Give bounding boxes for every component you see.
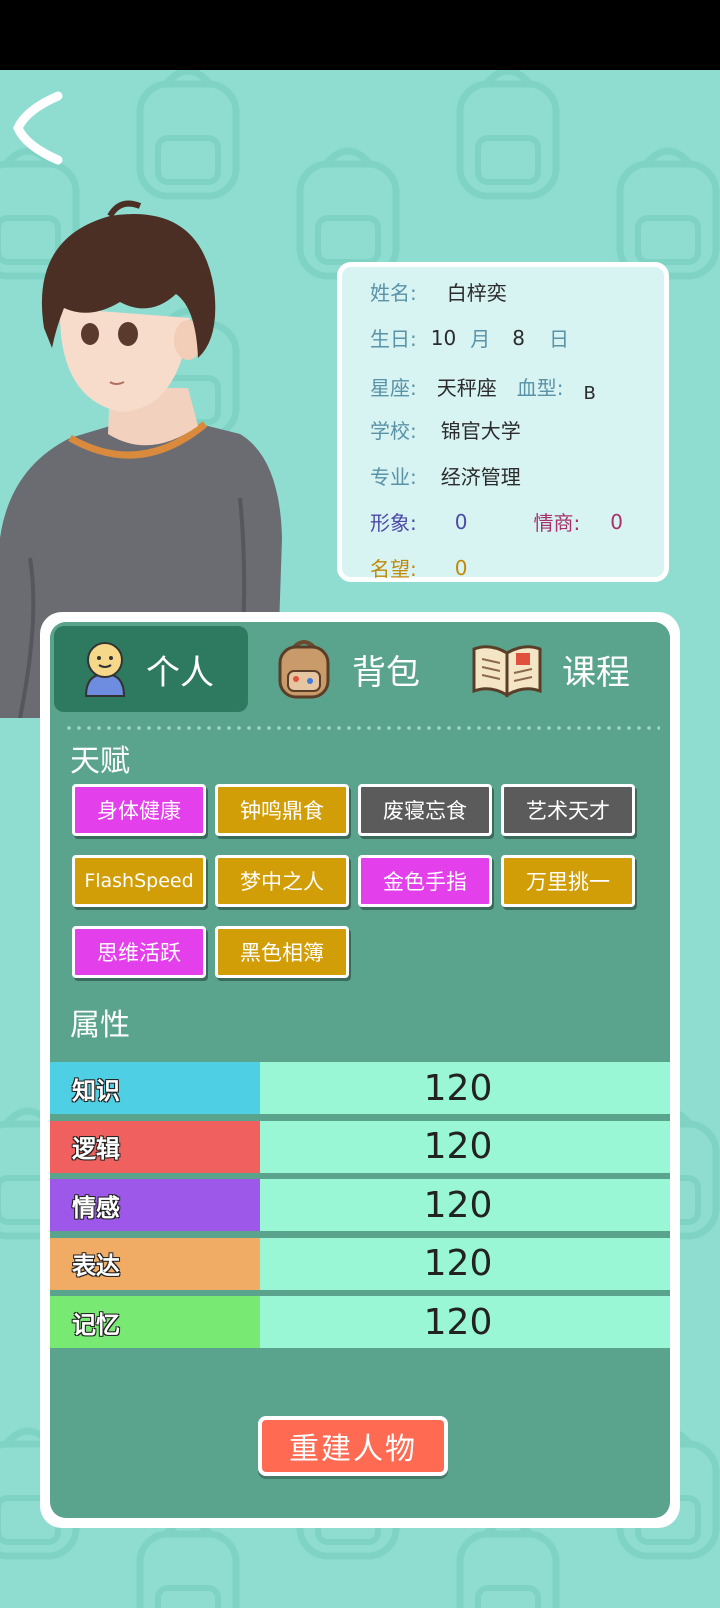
attribute-name: 知识 (50, 1062, 260, 1114)
talent-tag[interactable]: FlashSpeed (72, 855, 206, 907)
fame-value: 0 (454, 555, 468, 580)
day-unit: 日 (548, 327, 569, 351)
talent-tag[interactable]: 梦中之人 (215, 855, 349, 907)
panel-inner: 个人 背包 课程 天赋 身体健康 钟鸣鼎食 废寝忘食 艺术天才 FlashSpe… (50, 622, 670, 1518)
rebuild-character-button[interactable]: 重建人物 (258, 1416, 448, 1476)
talent-tag[interactable]: 艺术天才 (501, 784, 635, 836)
profile-card: 姓名: 白梓奕 生日: 10 月 8 日 星座: 天秤座 血型: B 学校: 锦… (337, 262, 669, 582)
attribute-name: 情感 (50, 1179, 260, 1231)
attribute-row: 记忆 120 (50, 1296, 670, 1348)
attribute-value: 120 (423, 1126, 493, 1167)
eq-label: 情商: (533, 511, 581, 535)
back-arrow-icon[interactable] (8, 88, 78, 168)
attribute-name: 记忆 (50, 1296, 260, 1348)
talents-title: 天赋 (70, 744, 130, 779)
month-unit: 月 (470, 327, 491, 351)
tab-divider (64, 726, 660, 730)
tab-personal[interactable]: 个人 (54, 626, 248, 712)
school-label: 学校: (370, 419, 417, 443)
backpack-icon (278, 640, 330, 699)
attribute-row: 知识 120 (50, 1062, 670, 1114)
person-icon (84, 642, 126, 697)
attribute-row: 表达 120 (50, 1237, 670, 1290)
image-label: 形象: (370, 511, 417, 535)
talent-tag[interactable]: 金色手指 (358, 855, 492, 907)
fame-label: 名望: (370, 557, 417, 581)
tab-backpack[interactable]: 背包 (274, 626, 454, 712)
tab-backpack-label: 背包 (352, 652, 420, 693)
attribute-value: 120 (423, 1243, 493, 1284)
tab-courses-label: 课程 (562, 652, 630, 693)
attribute-name: 逻辑 (50, 1120, 260, 1173)
talent-tag[interactable]: 万里挑一 (501, 855, 635, 907)
major-label: 专业: (370, 465, 417, 489)
attribute-row: 逻辑 120 (50, 1120, 670, 1173)
tab-bar: 个人 背包 课程 (50, 622, 670, 722)
talent-tag[interactable]: 黑色相簿 (215, 926, 349, 978)
attribute-value: 120 (423, 1067, 493, 1109)
birth-day: 8 (512, 325, 525, 350)
attribute-name: 表达 (50, 1237, 260, 1290)
attribute-value: 120 (423, 1184, 493, 1226)
talent-tag[interactable]: 钟鸣鼎食 (215, 784, 349, 836)
school-value: 锦官大学 (440, 419, 521, 443)
birthday-label: 生日: (370, 327, 417, 351)
birth-month: 10 (430, 325, 457, 350)
talent-tag[interactable]: 废寝忘食 (358, 784, 492, 836)
attributes-title: 属性 (70, 1008, 130, 1043)
blood-value: B (583, 383, 596, 404)
zodiac-label: 星座: (370, 376, 417, 400)
main-panel: 个人 背包 课程 天赋 身体健康 钟鸣鼎食 废寝忘食 艺术天才 FlashSpe… (40, 612, 680, 1528)
talent-tag[interactable]: 身体健康 (72, 784, 206, 836)
talent-tag[interactable]: 思维活跃 (72, 926, 206, 978)
zodiac-value: 天秤座 (436, 376, 497, 400)
name-value: 白梓奕 (446, 281, 507, 305)
tab-courses[interactable]: 课程 (470, 626, 666, 712)
screen: 姓名: 白梓奕 生日: 10 月 8 日 星座: 天秤座 血型: B 学校: 锦… (0, 70, 720, 1608)
book-icon (472, 645, 542, 698)
blood-label: 血型: (516, 376, 564, 400)
attribute-row: 情感 120 (50, 1179, 670, 1231)
name-label: 姓名: (370, 281, 417, 305)
attribute-value: 120 (423, 1301, 493, 1343)
eq-value: 0 (610, 509, 623, 534)
tab-personal-label: 个人 (146, 652, 214, 693)
image-value: 0 (454, 509, 468, 534)
major-value: 经济管理 (440, 465, 521, 489)
